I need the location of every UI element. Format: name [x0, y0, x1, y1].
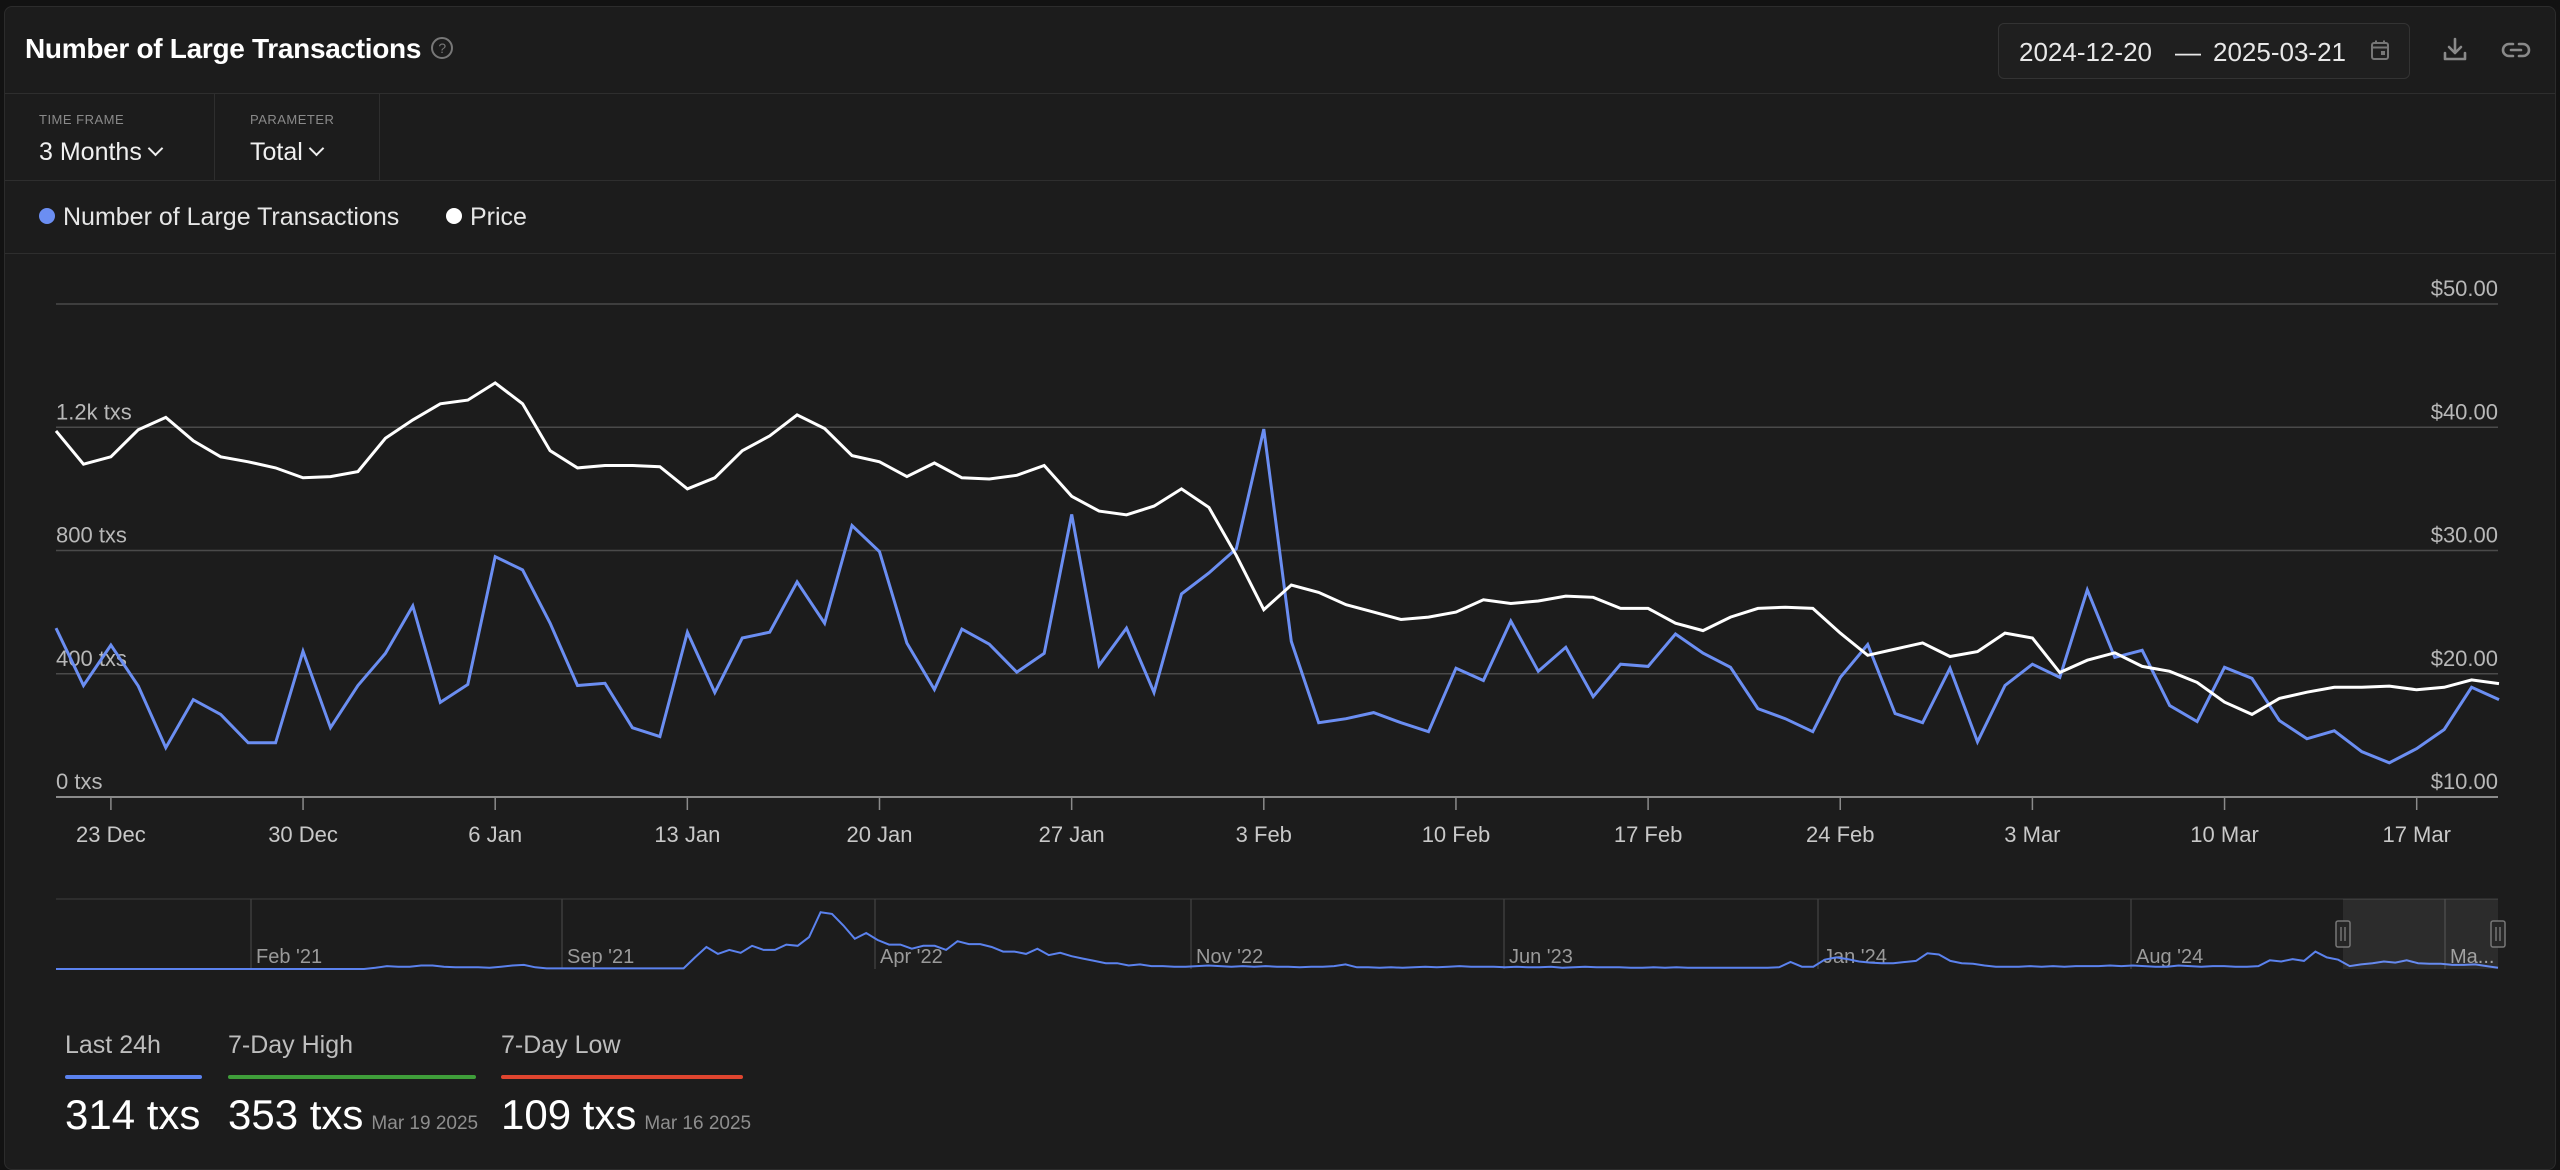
stat-color-bar	[228, 1075, 476, 1079]
navigator-handle-left[interactable]	[2335, 920, 2351, 948]
large-transactions-card: Number of Large Transactions? 2024-12-20…	[4, 6, 2556, 1170]
stat-label: Last 24h	[65, 1031, 161, 1059]
navigator-tick-label: Aug '24	[2136, 946, 2203, 968]
stat-value-text: 353 txs	[228, 1091, 364, 1138]
navigator-selection	[2343, 899, 2498, 969]
stat-value-text: 109 txs	[501, 1091, 637, 1138]
navigator-tick-label: Jan '24	[1823, 946, 1887, 968]
y-left-tick-label: 800 txs	[56, 523, 127, 548]
x-tick-label: 27 Jan	[1039, 822, 1105, 847]
y-right-tick-label: $10.00	[2431, 769, 2498, 794]
navigator-series-line	[56, 911, 2499, 970]
y-right-tick-label: $20.00	[2431, 646, 2498, 671]
x-tick-label: 6 Jan	[468, 822, 522, 847]
navigator-handle-right[interactable]	[2490, 920, 2506, 948]
y-left-tick-label: 0 txs	[56, 769, 102, 794]
navigator-chart[interactable]: Feb '21 Sep '21 Apr '22 Nov '22 Jun '23 Jan '…	[4, 887, 2556, 987]
x-tick-label: 3 Mar	[2004, 822, 2060, 847]
y-right-tick-label: $40.00	[2431, 399, 2498, 424]
stat-color-bar	[65, 1075, 202, 1079]
x-tick-label: 23 Dec	[76, 822, 146, 847]
navigator-tick-label: Sep '21	[567, 946, 634, 968]
y-right-tick-label: $50.00	[2431, 276, 2498, 301]
x-tick-label: 3 Feb	[1236, 822, 1292, 847]
navigator-tick-label: Jun '23	[1509, 946, 1573, 968]
stat-value: 109 txs Mar 16 2025	[501, 1091, 751, 1139]
stat-color-bar	[501, 1075, 743, 1079]
x-tick-label: 30 Dec	[268, 822, 338, 847]
x-tick-label: 24 Feb	[1806, 822, 1875, 847]
stat-label: 7-Day High	[228, 1031, 354, 1059]
y-right-tick-label: $30.00	[2431, 523, 2498, 548]
stat-value: 314 txs	[65, 1091, 200, 1139]
stat-value: 353 txs Mar 19 2025	[228, 1091, 478, 1139]
x-tick-label: 10 Feb	[1422, 822, 1491, 847]
y-left-tick-label: 1.2k txs	[56, 399, 132, 424]
x-tick-label: 13 Jan	[654, 822, 720, 847]
x-tick-label: 17 Mar	[2382, 822, 2450, 847]
x-tick-label: 10 Mar	[2190, 822, 2258, 847]
stat-date: Mar 16 2025	[644, 1113, 752, 1134]
x-tick-label: 20 Jan	[846, 822, 912, 847]
stats-row: Last 24h 314 txs 7-Day High 353 txs Mar 1…	[5, 1017, 2555, 1167]
main-chart[interactable]: $10.00$20.00$30.00$40.00$50.000 txs400 t…	[4, 6, 2556, 881]
stat-date: Mar 19 2025	[371, 1113, 479, 1134]
x-tick-label: 17 Feb	[1614, 822, 1683, 847]
stat-value-text: 314 txs	[65, 1091, 201, 1138]
series-line-price	[54, 381, 2500, 717]
stat-label: 7-Day Low	[501, 1031, 621, 1059]
navigator-tick-label: Feb '21	[256, 946, 322, 968]
